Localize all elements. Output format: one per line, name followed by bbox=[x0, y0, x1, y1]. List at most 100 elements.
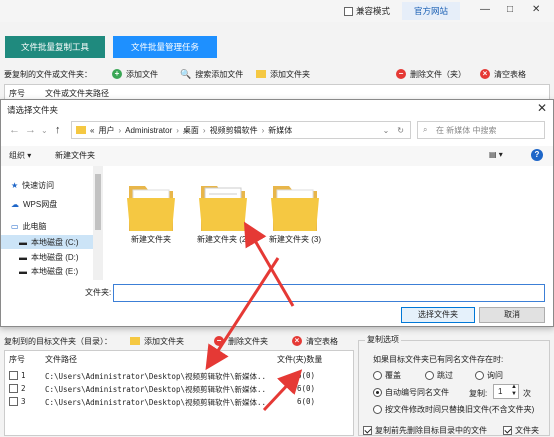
window-close-button[interactable]: ✕ bbox=[532, 4, 540, 15]
address-dropdown-icon[interactable]: ⌄ bbox=[383, 126, 394, 135]
table-row[interactable]: 1 C:\Users\Administrator\Desktop\视频剪辑软件\… bbox=[5, 370, 353, 383]
folder-item[interactable]: 新建文件夹 bbox=[121, 176, 181, 245]
folder-add-icon bbox=[256, 70, 266, 78]
tab-manage-tasks[interactable]: 文件批量管理任务 bbox=[113, 36, 217, 58]
ask-label: 询问 bbox=[487, 371, 503, 380]
cancel-button[interactable]: 取消 bbox=[479, 307, 545, 323]
nav-drive-e[interactable]: ▬ 本地磁盘 (E:) bbox=[1, 266, 93, 276]
nav-drive-d[interactable]: ▬ 本地磁盘 (D:) bbox=[1, 250, 93, 264]
official-site-link[interactable]: 官方网站 bbox=[402, 2, 460, 20]
checkbox-box[interactable] bbox=[503, 426, 512, 435]
auto-rename-radio[interactable]: 自动编号同名文件 bbox=[373, 387, 449, 398]
delete-before-checkbox[interactable]: 复制前先删除目标目录中的文件 bbox=[363, 425, 487, 436]
nav-scroll-thumb[interactable] bbox=[95, 174, 101, 230]
row-checkbox[interactable] bbox=[9, 371, 18, 380]
restore-button[interactable]: □ bbox=[507, 4, 513, 15]
row-index: 2 bbox=[21, 384, 26, 393]
breadcrumb-users[interactable]: 用户 bbox=[98, 125, 114, 136]
folder-item[interactable]: 新建文件夹 (2) bbox=[193, 176, 253, 245]
clear-table-button[interactable]: × 清空表格 bbox=[480, 69, 526, 80]
new-folder-button[interactable]: 新建文件夹 bbox=[55, 150, 95, 161]
refresh-icon[interactable]: ↻ bbox=[397, 126, 410, 135]
by-time-radio[interactable]: 按文件修改时间只替换旧文件(不含文件夹) bbox=[373, 404, 534, 415]
search-add-file-label: 搜索添加文件 bbox=[195, 69, 244, 79]
radio-circle[interactable] bbox=[475, 371, 484, 380]
delete-target-folder-button[interactable]: − 删除文件夹 bbox=[214, 336, 292, 347]
help-icon[interactable]: ? bbox=[531, 149, 543, 161]
compat-mode-checkbox[interactable] bbox=[344, 6, 353, 16]
minus-icon: − bbox=[396, 69, 406, 79]
add-target-folder-label: 添加文件夹 bbox=[144, 336, 184, 346]
breadcrumb-new-media[interactable]: 新媒体 bbox=[268, 125, 292, 136]
add-file-button[interactable]: + 添加文件 bbox=[112, 69, 180, 80]
dialog-close-button[interactable]: ✕ bbox=[537, 101, 547, 115]
target-section-label: 复制到的目标文件夹（目录）： bbox=[4, 336, 112, 346]
radio-circle[interactable] bbox=[373, 371, 382, 380]
radio-circle[interactable] bbox=[373, 405, 382, 414]
table-row[interactable]: 2 C:\Users\Administrator\Desktop\视频剪辑软件\… bbox=[5, 383, 353, 396]
search-box[interactable]: ⌕ 在 新媒体 中搜索 bbox=[417, 121, 545, 139]
nav-drive-c[interactable]: ▬ 本地磁盘 (C:) bbox=[1, 235, 93, 249]
breadcrumb-desktop[interactable]: 桌面 bbox=[183, 125, 199, 136]
col-index-header: 序号 bbox=[9, 355, 25, 364]
add-file-label: 添加文件 bbox=[126, 69, 158, 79]
star-icon: ★ bbox=[11, 180, 19, 190]
checkbox-box[interactable] bbox=[363, 426, 372, 435]
col-path-header: 文件或文件夹路径 bbox=[45, 89, 109, 98]
overwrite-radio[interactable]: 覆盖 bbox=[373, 370, 401, 381]
compat-mode-toggle[interactable]: 兼容模式 bbox=[344, 5, 390, 17]
clear-target-table-button[interactable]: × 清空表格 bbox=[292, 336, 338, 347]
nav-wps-label: WPS网盘 bbox=[23, 199, 58, 209]
select-folder-button[interactable]: 选择文件夹 bbox=[401, 307, 475, 323]
nav-wps-cloud[interactable]: ☁ WPS网盘 bbox=[1, 197, 93, 211]
folders-checkbox[interactable]: 文件夹 bbox=[503, 425, 539, 436]
folder-item[interactable]: 新建文件夹 (3) bbox=[265, 176, 325, 245]
folder-icon bbox=[127, 186, 175, 231]
radio-circle[interactable] bbox=[373, 388, 382, 397]
folder-icon bbox=[199, 186, 247, 231]
view-options-icon[interactable]: ▤ ▾ bbox=[489, 150, 503, 159]
folder-name-input[interactable] bbox=[113, 284, 545, 302]
radio-circle[interactable] bbox=[425, 371, 434, 380]
clear-icon: × bbox=[480, 69, 490, 79]
delete-file-button[interactable]: − 删除文件（夹） bbox=[396, 69, 480, 80]
add-folder-button[interactable]: 添加文件夹 bbox=[256, 69, 396, 80]
row-index: 1 bbox=[21, 371, 26, 380]
copies-stepper[interactable]: 1 ▲ ▼ bbox=[493, 384, 519, 399]
recent-chevron-icon[interactable]: ⌄ bbox=[41, 126, 48, 135]
row-count: 6(0) bbox=[297, 384, 316, 393]
col-count-header: 文件(夹)数量 bbox=[277, 355, 323, 364]
breadcrumb-overflow[interactable]: « bbox=[90, 126, 94, 135]
folder-icon bbox=[271, 186, 319, 231]
target-table[interactable]: 序号 文件路径 文件(夹)数量 1 C:\Users\Administrator… bbox=[4, 350, 354, 436]
folder-name-label: 文件夹: bbox=[85, 288, 112, 297]
folder-add-icon bbox=[130, 337, 140, 345]
up-arrow-icon[interactable]: ↑ bbox=[55, 124, 61, 136]
nav-scrollbar[interactable] bbox=[93, 166, 103, 280]
drive-icon: ▬ bbox=[19, 237, 27, 247]
target-table-header: 序号 文件路径 文件(夹)数量 bbox=[5, 354, 353, 367]
address-bar[interactable]: « 用户 › Administrator › 桌面 › 视频剪辑软件 › 新媒体 ⌄ ↻ bbox=[71, 121, 411, 139]
folder-label: 新建文件夹 (2) bbox=[197, 235, 249, 244]
row-checkbox[interactable] bbox=[9, 384, 18, 393]
back-icon[interactable]: ← bbox=[9, 124, 20, 136]
search-add-file-button[interactable]: 🔍 搜索添加文件 bbox=[180, 69, 256, 80]
tab-copy-tool[interactable]: 文件批量复制工具 bbox=[5, 36, 105, 58]
skip-radio[interactable]: 跳过 bbox=[425, 370, 453, 381]
search-small-icon: ⌕ bbox=[423, 125, 428, 134]
table-row[interactable]: 3 C:\Users\Administrator\Desktop\视频剪辑软件\… bbox=[5, 396, 353, 409]
stepper-arrows-icon[interactable]: ▲ ▼ bbox=[511, 384, 517, 398]
add-target-folder-button[interactable]: 添加文件夹 bbox=[130, 336, 214, 347]
organize-button[interactable]: 组织 ▾ bbox=[9, 150, 31, 161]
nav-quick-access[interactable]: ★ 快速访问 bbox=[1, 178, 93, 192]
minimize-button[interactable]: — bbox=[480, 4, 490, 15]
ask-radio[interactable]: 询问 bbox=[475, 370, 503, 381]
breadcrumb-admin[interactable]: Administrator bbox=[125, 126, 172, 135]
row-checkbox[interactable] bbox=[9, 397, 18, 406]
forward-icon[interactable]: → bbox=[25, 124, 36, 136]
nav-this-pc[interactable]: ▭ 此电脑 bbox=[1, 219, 93, 233]
clear-target-table-label: 清空表格 bbox=[306, 336, 338, 346]
nav-this-pc-label: 此电脑 bbox=[22, 221, 47, 231]
clear-table-label: 清空表格 bbox=[494, 69, 526, 79]
breadcrumb-video-software[interactable]: 视频剪辑软件 bbox=[210, 125, 258, 136]
